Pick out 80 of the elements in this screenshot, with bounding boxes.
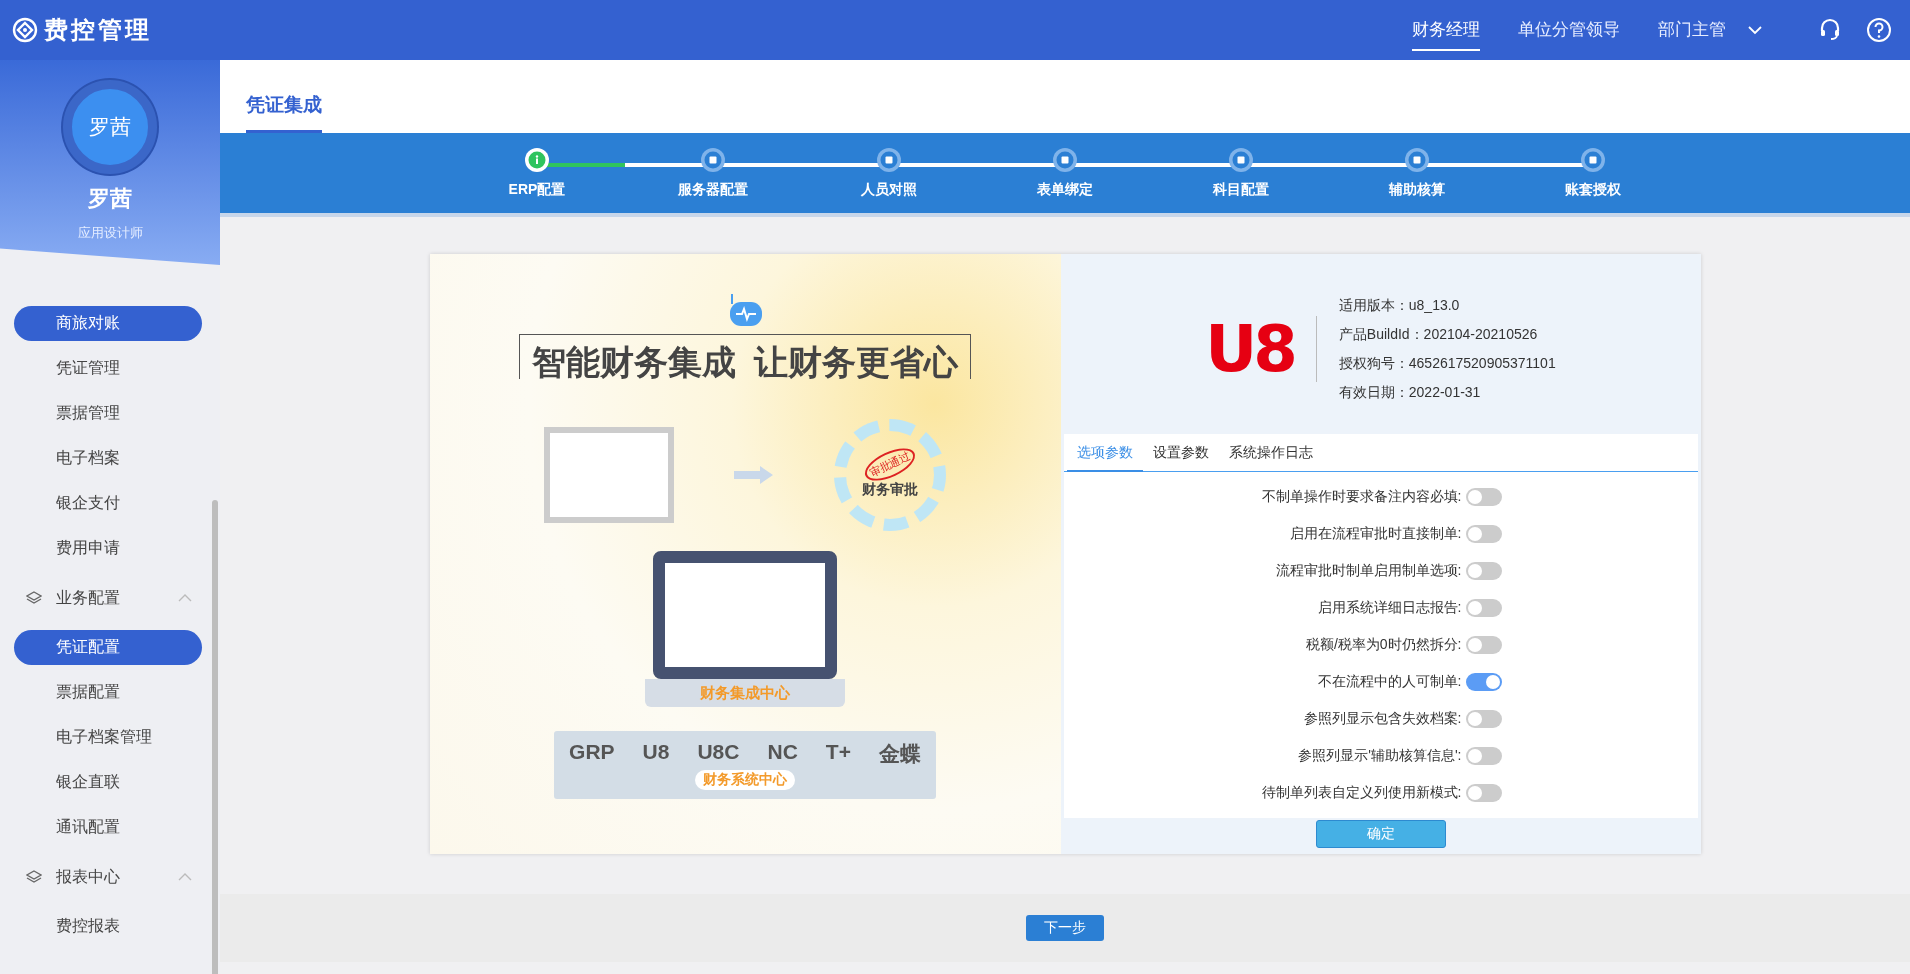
option-label: 税额/税率为0时仍然拆分: xyxy=(1305,635,1462,654)
toggle-switch[interactable] xyxy=(1465,561,1502,580)
avatar: 罗茜 xyxy=(63,80,157,174)
system-name: NC xyxy=(767,740,798,765)
chevron-down-icon[interactable] xyxy=(1748,25,1762,35)
system-name: 金蝶 xyxy=(878,741,921,767)
step-label: 人员对照 xyxy=(861,181,917,199)
system-name: GRP xyxy=(569,740,615,765)
sidebar-item[interactable]: 费用申请 xyxy=(14,531,202,566)
sidebar-item[interactable]: 票据管理 xyxy=(14,396,202,431)
option-label: 参照列显示'辅助核算信息': xyxy=(1298,746,1462,765)
user-role: 应用设计师 xyxy=(77,224,143,242)
step-label: ERP配置 xyxy=(508,181,566,199)
layers-icon xyxy=(26,591,42,605)
sidebar-item[interactable]: 通讯配置 xyxy=(14,810,202,845)
caret-icon[interactable] xyxy=(178,873,192,881)
option-label: 不在流程中的人可制单: xyxy=(1317,672,1462,691)
sidebar-item[interactable]: 电子档案管理 xyxy=(14,720,202,755)
step-label: 科目配置 xyxy=(1213,181,1269,199)
system-name: U8 xyxy=(642,740,670,765)
product-info: 适用版本：u8_13.0 xyxy=(1338,296,1461,315)
headset-icon[interactable] xyxy=(1818,17,1842,41)
sidebar-item[interactable]: 凭证配置 xyxy=(14,630,202,665)
option-label: 参照列显示包含失效档案: xyxy=(1303,709,1462,728)
step-label: 表单绑定 xyxy=(1037,181,1093,199)
system-name: T+ xyxy=(825,740,851,765)
product-logo: U8 xyxy=(1205,316,1317,382)
step-icon[interactable] xyxy=(700,147,726,173)
layers-icon xyxy=(26,870,42,884)
app-title: 费控管理 xyxy=(44,15,152,45)
toggle-switch[interactable] xyxy=(1465,487,1502,506)
toggle-switch[interactable] xyxy=(1465,709,1502,728)
role-tab[interactable]: 部门主管 xyxy=(1658,9,1726,51)
tab[interactable]: 选项参数 xyxy=(1066,434,1143,472)
toggle-switch[interactable] xyxy=(1465,672,1502,691)
toggle-switch[interactable] xyxy=(1465,524,1502,543)
step-icon[interactable] xyxy=(1228,147,1254,173)
option-label: 待制单列表自定义列使用新模式: xyxy=(1261,783,1462,802)
sidebar-item[interactable]: 商旅对账 xyxy=(14,306,202,341)
banner-title: 智能财务集成 让财务更省心 xyxy=(518,334,972,379)
step-label: 账套授权 xyxy=(1565,181,1621,199)
step-label: 服务器配置 xyxy=(678,181,748,199)
role-tab[interactable]: 财务经理 xyxy=(1412,9,1480,51)
product-info: 授权狗号：4652617520905371101 xyxy=(1338,354,1556,373)
toggle-switch[interactable] xyxy=(1465,598,1502,617)
step-icon[interactable] xyxy=(524,147,550,173)
sidebar-group-label[interactable]: 业务配置 xyxy=(56,587,120,609)
help-icon[interactable] xyxy=(1866,17,1892,43)
logo-icon xyxy=(12,17,38,43)
tab[interactable]: 设置参数 xyxy=(1142,434,1219,472)
role-tab[interactable]: 单位分管领导 xyxy=(1518,9,1620,51)
sidebar-item[interactable]: 票据配置 xyxy=(14,675,202,710)
next-button[interactable]: 下一步 xyxy=(1026,915,1104,941)
sidebar-item[interactable]: 费控报表 xyxy=(14,909,202,944)
sidebar-item[interactable]: 凭证管理 xyxy=(14,351,202,386)
center-label: 财务集成中心 xyxy=(700,683,790,703)
toggle-switch[interactable] xyxy=(1465,783,1502,802)
option-label: 启用在流程审批时直接制单: xyxy=(1289,524,1462,543)
arrow-icon xyxy=(734,465,774,485)
option-label: 流程审批时制单启用制单选项: xyxy=(1275,561,1462,580)
option-label: 不制单操作时要求备注内容必填: xyxy=(1261,487,1462,506)
product-info: 有效日期：2022-01-31 xyxy=(1338,383,1482,402)
system-name: U8C xyxy=(697,740,740,765)
user-name: 罗茜 xyxy=(88,185,132,213)
option-label: 启用系统详细日志报告: xyxy=(1317,598,1462,617)
caret-icon[interactable] xyxy=(178,594,192,602)
step-icon[interactable] xyxy=(1404,147,1430,173)
system-center-label: 财务系统中心 xyxy=(695,770,795,790)
step-icon[interactable] xyxy=(876,147,902,173)
toggle-switch[interactable] xyxy=(1465,635,1502,654)
toggle-switch[interactable] xyxy=(1465,746,1502,765)
step-icon[interactable] xyxy=(1580,147,1606,173)
sidebar-item[interactable]: 银企支付 xyxy=(14,486,202,521)
sidebar-item[interactable]: 银企直联 xyxy=(14,765,202,800)
sidebar-item[interactable]: 电子档案 xyxy=(14,441,202,476)
step-icon[interactable] xyxy=(1052,147,1078,173)
tab[interactable]: 系统操作日志 xyxy=(1218,434,1323,472)
sidebar-group-label[interactable]: 报表中心 xyxy=(56,866,120,888)
product-info: 产品BuildId：202104-20210526 xyxy=(1338,325,1539,344)
step-label: 辅助核算 xyxy=(1389,181,1445,199)
